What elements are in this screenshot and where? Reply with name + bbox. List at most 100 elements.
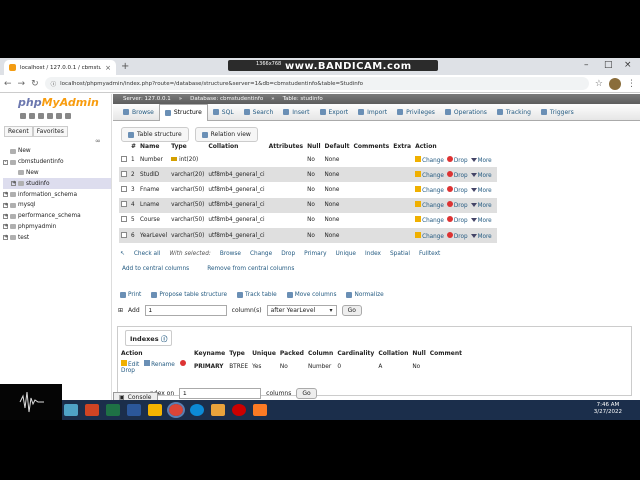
indexes-help-icon[interactable]: ⓘ (161, 335, 168, 343)
profile-avatar[interactable] (609, 77, 621, 90)
move-columns-link[interactable]: Move columns (286, 292, 336, 298)
menu-tab-triggers[interactable]: Triggers (536, 104, 579, 121)
address-bar[interactable]: ⓘ localhost/phpmyadmin/index.php?route=/… (44, 77, 589, 90)
row-checkbox[interactable] (121, 231, 127, 238)
column-name[interactable]: Fname (140, 187, 159, 193)
add-columns-go-button[interactable]: Go (341, 305, 362, 316)
row-change-link[interactable]: Change (415, 201, 444, 209)
tree-node[interactable]: + performance_schema (3, 211, 111, 222)
tree-toggle-icon[interactable]: + (11, 181, 16, 187)
tree-node[interactable]: New (3, 146, 111, 157)
row-checkbox[interactable] (121, 155, 127, 162)
breadcrumb-table[interactable]: Table: studinfo (283, 96, 323, 102)
docs-icon[interactable] (47, 113, 53, 119)
bulk-drop-button[interactable]: Drop (281, 251, 295, 257)
column-name[interactable]: Number (140, 157, 163, 163)
recent-tab[interactable]: Recent (4, 126, 33, 137)
word-icon[interactable] (127, 404, 141, 416)
row-change-link[interactable]: Change (415, 170, 444, 179)
bulk-fulltext-button[interactable]: Fulltext (419, 251, 440, 257)
relation-view-tab[interactable]: Relation view (194, 127, 258, 142)
menu-tab-tracking[interactable]: Tracking (492, 104, 536, 121)
publisher-icon[interactable] (64, 404, 78, 416)
edge-icon[interactable] (190, 404, 204, 416)
google-drive-icon[interactable] (148, 404, 162, 416)
remove-central-columns-button[interactable]: Remove from central columns (207, 266, 294, 272)
tree-node[interactable]: + test (3, 232, 111, 243)
menu-tab-export[interactable]: Export (315, 104, 354, 121)
row-more-link[interactable]: More (470, 157, 492, 164)
menu-tab-privileges[interactable]: Privileges (392, 104, 440, 121)
tree-node[interactable]: + studinfo (3, 178, 111, 190)
tree-toggle-icon[interactable]: + (3, 192, 8, 198)
create-index-count-input[interactable] (179, 388, 262, 399)
row-change-link[interactable]: Change (415, 216, 444, 224)
menu-tab-sql[interactable]: SQL (208, 104, 239, 121)
logout-icon[interactable] (29, 113, 35, 119)
minimize-icon[interactable]: – (584, 60, 589, 70)
menu-tab-insert[interactable]: Insert (278, 104, 314, 121)
chrome-icon[interactable] (167, 402, 185, 418)
browser-tab[interactable]: localhost / 127.0.0.1 / cbmstud × (4, 60, 116, 75)
menu-tab-browse[interactable]: Browse (118, 104, 159, 121)
menu-tab-search[interactable]: Search (239, 104, 279, 121)
pma-logo[interactable]: phpMyAdmin (18, 96, 99, 109)
tree-toggle-icon[interactable]: - (3, 159, 8, 165)
star-icon[interactable]: ☆ (595, 79, 603, 89)
add-columns-count-input[interactable] (144, 305, 227, 316)
close-tab-icon[interactable]: × (105, 64, 111, 72)
breadcrumb-database[interactable]: Database: cbmstudentinfo (190, 96, 263, 102)
index-rename-link[interactable]: Rename (144, 360, 175, 368)
bulk-unique-button[interactable]: Unique (336, 251, 356, 257)
bulk-check-all-button[interactable]: Check all (134, 251, 160, 257)
row-more-link[interactable]: More (470, 233, 492, 240)
column-name[interactable]: Lname (140, 202, 159, 208)
row-more-link[interactable]: More (470, 172, 492, 179)
create-index-go-button[interactable]: Go (296, 388, 317, 399)
row-more-link[interactable]: More (470, 187, 492, 194)
row-drop-link[interactable]: Drop (446, 155, 468, 164)
tree-node[interactable]: + information_schema (3, 189, 111, 200)
back-icon[interactable]: ← (4, 79, 12, 89)
normalize-link[interactable]: Normalize (346, 292, 384, 298)
reload-icon[interactable]: ↻ (31, 79, 39, 89)
powerpoint-icon[interactable] (85, 404, 99, 416)
settings-icon[interactable] (56, 113, 62, 119)
column-name[interactable]: Course (140, 217, 160, 223)
maximize-icon[interactable]: □ (604, 60, 613, 70)
tree-node[interactable]: + mysql (3, 200, 111, 211)
bulk-index-button[interactable]: Index (365, 251, 381, 257)
tree-node[interactable]: New (3, 168, 111, 179)
bulk-spatial-button[interactable]: Spatial (390, 251, 410, 257)
row-checkbox[interactable] (121, 216, 127, 223)
new-tab-button[interactable]: + (121, 61, 129, 72)
row-more-link[interactable]: More (470, 218, 492, 224)
track-table-link[interactable]: Track table (237, 292, 277, 298)
help-icon[interactable] (38, 113, 44, 119)
tree-toggle-icon[interactable]: + (3, 224, 8, 230)
row-change-link[interactable]: Change (415, 155, 444, 164)
print-link[interactable]: Print (120, 292, 141, 298)
tree-node[interactable]: - cbmstudentinfo (3, 157, 111, 168)
row-checkbox[interactable] (121, 170, 127, 177)
row-change-link[interactable]: Change (415, 231, 444, 240)
file-explorer-icon[interactable] (211, 404, 225, 416)
taskbar-clock[interactable]: 7:46 AM 3/27/2022 (594, 402, 622, 416)
row-more-link[interactable]: More (470, 203, 492, 209)
propose-structure-link[interactable]: Propose table structure (151, 292, 227, 298)
row-drop-link[interactable]: Drop (446, 201, 468, 209)
close-window-icon[interactable]: × (624, 60, 632, 70)
tree-node[interactable]: + phpmyadmin (3, 222, 111, 233)
add-central-columns-button[interactable]: Add to central columns (122, 266, 189, 272)
bulk-browse-button[interactable]: Browse (220, 251, 241, 257)
column-name[interactable]: YearLevel (140, 233, 167, 239)
bulk-primary-button[interactable]: Primary (304, 251, 326, 257)
reload-nav-icon[interactable] (65, 113, 71, 119)
row-drop-link[interactable]: Drop (446, 170, 468, 179)
home-icon[interactable] (20, 113, 26, 119)
row-drop-link[interactable]: Drop (446, 216, 468, 224)
bandicam-icon[interactable] (232, 404, 246, 416)
tree-toggle-icon[interactable]: + (3, 213, 8, 219)
menu-kebab-icon[interactable]: ⋮ (627, 79, 636, 89)
tree-toggle-icon[interactable]: + (3, 202, 8, 208)
